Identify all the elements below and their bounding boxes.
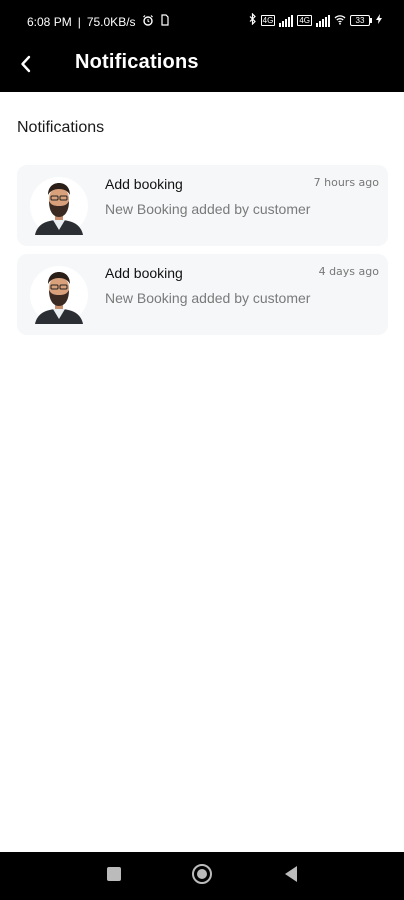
network-speed: 75.0KB/s (86, 14, 136, 29)
notification-card[interactable]: Add booking 7 hours ago New Booking adde… (17, 165, 388, 246)
triangle-back-icon (283, 865, 299, 888)
volte-icon-2: 4G (297, 15, 312, 26)
charging-icon (376, 14, 382, 27)
recents-button[interactable] (102, 864, 126, 888)
back-nav-button[interactable] (279, 864, 303, 888)
home-button[interactable] (190, 863, 214, 890)
notification-card[interactable]: Add booking 4 days ago New Booking added… (17, 254, 388, 335)
wifi-icon (334, 14, 346, 28)
page-title: Notifications (75, 51, 199, 73)
status-separator: | (77, 14, 81, 29)
sim-icon (160, 14, 170, 29)
battery-level: 33 (350, 15, 370, 26)
avatar (29, 264, 89, 326)
system-nav-bar (0, 852, 404, 900)
chevron-left-icon (20, 55, 32, 78)
avatar (29, 175, 89, 237)
status-bar: 6:08 PM | 75.0KB/s 4G 4G 33 (0, 0, 404, 40)
signal-icon-2 (316, 14, 330, 27)
bluetooth-icon (249, 12, 257, 28)
notification-title: Add booking (105, 176, 183, 192)
section-title: Notifications (17, 119, 105, 136)
status-left: 6:08 PM | 75.0KB/s (27, 14, 170, 29)
app-bar: Notifications (0, 40, 404, 92)
alarm-icon (142, 14, 154, 29)
notification-time: 7 hours ago (313, 176, 379, 189)
notification-title: Add booking (105, 265, 183, 281)
notification-message: New Booking added by customer (105, 201, 311, 217)
notification-message: New Booking added by customer (105, 290, 311, 306)
circle-icon (191, 863, 213, 890)
status-right: 4G 4G 33 (249, 12, 382, 28)
signal-icon (279, 14, 294, 27)
notification-time: 4 days ago (318, 265, 379, 278)
status-time: 6:08 PM (27, 14, 72, 29)
notification-list: Add booking 7 hours ago New Booking adde… (17, 165, 388, 343)
battery-icon: 33 (350, 15, 372, 26)
volte-icon: 4G (260, 15, 276, 26)
square-icon (106, 866, 122, 887)
back-button[interactable] (10, 50, 42, 82)
